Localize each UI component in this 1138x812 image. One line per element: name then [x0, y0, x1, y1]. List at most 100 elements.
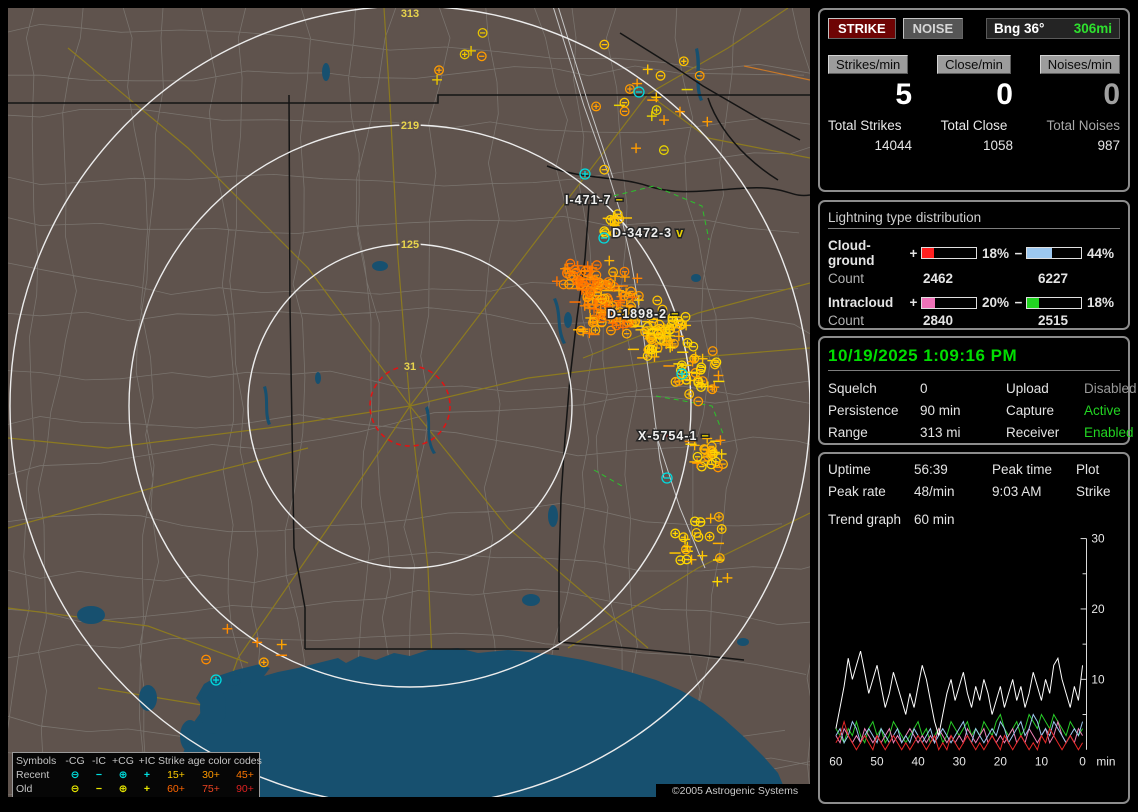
mode-button-row: STRIKE NOISE Bng 36° 306mi	[828, 18, 1120, 39]
plus-sign: +	[909, 245, 918, 261]
ic-negative-bar	[1026, 296, 1082, 309]
minus-sign: −	[1014, 295, 1023, 310]
svg-text:30: 30	[1091, 532, 1105, 546]
peak-time-label: Peak time	[992, 462, 1053, 477]
cloud-ground-row: Cloud-ground + 18% − 44%	[828, 238, 1120, 268]
svg-text:30: 30	[953, 755, 967, 769]
svg-text:20: 20	[1091, 602, 1105, 616]
bearing-display: Bng 36° 306mi	[986, 18, 1120, 39]
bearing-label: Bng 36°	[994, 21, 1045, 36]
trend-box: Uptime 56:39 Peak time Plot Peak rate 48…	[818, 452, 1130, 804]
legend-age-value: 15+	[167, 769, 185, 781]
total-strikes-value: 14044	[874, 137, 912, 153]
lightning-map[interactable]: 313 219 125 31 I-471-7− D-3472-3 v D-1898-2− X-5…	[8, 8, 810, 797]
total-close-value: 1058	[982, 137, 1013, 153]
persistence-label: Persistence	[828, 403, 899, 418]
plot-value: Strike	[1076, 484, 1111, 499]
strike-symbol-icon: ⊖	[70, 769, 80, 781]
legend-age-value: 45+	[236, 769, 254, 781]
strike-symbol-icon: ⊖	[70, 783, 80, 795]
legend-age-value: 30+	[202, 769, 220, 781]
trend-label-row: Trend graph 60 min	[828, 512, 1120, 527]
ic-positive-count: 2840	[923, 313, 954, 328]
capture-label: Capture	[1006, 403, 1055, 418]
status-box: 10/19/2025 1:09:16 PM Squelch 0 Upload D…	[818, 336, 1137, 445]
ic-negative-count: 2515	[1038, 313, 1069, 328]
noise-button[interactable]: NOISE	[902, 18, 964, 39]
ic-negative-pct: 18%	[1087, 295, 1115, 310]
ring-distance-label: 313	[401, 8, 419, 20]
strike-symbol-icon: ⊕	[118, 783, 128, 795]
persistence-value: 90 min	[920, 403, 961, 418]
copyright: ©2005 Astrogenic Systems	[656, 784, 810, 797]
ic-positive-pct: 20%	[982, 295, 1010, 310]
legend-age-value: 90+	[236, 783, 254, 795]
cg-positive-count: 2462	[923, 271, 954, 286]
alarm-ring-label: 31	[404, 361, 416, 373]
receiver-value: Enabled	[1084, 425, 1134, 440]
ring-distance-label: 125	[401, 239, 419, 251]
total-noises-label: Total Noises	[1046, 117, 1120, 133]
app-window: 313 219 125 31 I-471-7− D-3472-3 v D-1898-2− X-5…	[0, 0, 1138, 812]
strike-symbol-icon: −	[95, 769, 103, 781]
distribution-box: Lightning type distribution Cloud-ground…	[818, 200, 1130, 330]
upload-label: Upload	[1006, 381, 1049, 396]
svg-text:10: 10	[1035, 755, 1049, 769]
svg-text:min: min	[1096, 755, 1115, 769]
svg-text:0: 0	[1079, 755, 1086, 769]
bearing-distance: 306mi	[1073, 21, 1112, 36]
svg-text:10: 10	[1091, 672, 1105, 686]
uptime-grid: Uptime 56:39 Peak time Plot Peak rate 48…	[828, 462, 1120, 499]
legend-header: +IC	[138, 755, 156, 767]
svg-text:20: 20	[994, 755, 1008, 769]
storm-cell-label: I-471-7−	[565, 193, 624, 207]
uptime-label: Uptime	[828, 462, 871, 477]
strike-symbol-icon: ⊕	[118, 769, 128, 781]
svg-text:40: 40	[912, 755, 926, 769]
counters-box: STRIKE NOISE Bng 36° 306mi Strikes/min C…	[818, 8, 1130, 192]
cloud-ground-label: Cloud-ground	[828, 238, 875, 268]
cg-positive-pct: 18%	[982, 245, 1010, 261]
datetime-display: 10/19/2025 1:09:16 PM	[828, 346, 1120, 371]
status-grid: Squelch 0 Upload Disabled Persistence 90…	[828, 381, 1137, 440]
cg-negative-pct: 44%	[1087, 245, 1115, 261]
plus-sign: +	[909, 295, 918, 310]
strike-symbol-icon: +	[143, 769, 151, 781]
legend-header: +CG	[112, 755, 134, 767]
uptime-value: 56:39	[914, 462, 948, 477]
legend-header: -CG	[65, 755, 85, 767]
svg-text:60: 60	[829, 755, 843, 769]
close-per-min-header: Close/min	[937, 55, 1011, 74]
close-per-min-value: 0	[996, 78, 1013, 111]
capture-value: Active	[1084, 403, 1121, 418]
intracloud-label: Intracloud	[828, 295, 894, 310]
cg-negative-count: 6227	[1038, 271, 1069, 286]
noises-per-min-header: Noises/min	[1039, 55, 1120, 74]
cloud-ground-count-row: Count 2462 6227	[828, 271, 1120, 286]
total-close-label: Total Close	[940, 117, 1008, 133]
counters-grid: Strikes/min Close/min Noises/min 5 0 0 T…	[828, 55, 1120, 153]
legend-age-value: 75+	[202, 783, 220, 795]
plot-label: Plot	[1076, 462, 1100, 477]
total-noises-value: 987	[1097, 137, 1120, 153]
cg-negative-bar	[1026, 247, 1082, 259]
legend-age-title: Strike age color codes	[158, 755, 262, 767]
strike-symbol-icon: −	[95, 783, 103, 795]
distribution-title: Lightning type distribution	[828, 210, 1120, 229]
count-label: Count	[828, 271, 865, 286]
svg-text:50: 50	[870, 755, 884, 769]
legend-header: Symbols	[16, 755, 57, 767]
legend-row-label: Old	[16, 783, 33, 795]
intracloud-row: Intracloud + 20% − 18%	[828, 295, 1120, 310]
strikes-per-min-header: Strikes/min	[828, 55, 909, 74]
ring-distance-label: 219	[401, 120, 419, 132]
trend-graph: 10 20 30 60 50 40 30 20 10 0 min	[829, 532, 1115, 769]
strike-button[interactable]: STRIKE	[828, 18, 896, 39]
peak-time-value: 9:03 AM	[992, 484, 1042, 499]
intracloud-count-row: Count 2840 2515	[828, 313, 1120, 328]
legend-age-value: 60+	[167, 783, 185, 795]
range-label: Range	[828, 425, 868, 440]
squelch-label: Squelch	[828, 381, 877, 396]
trend-graph-label: Trend graph	[828, 512, 902, 527]
map-canvas: 31321912531I-471-7 −D-3472-3 vD-1898-2 −X-5…	[8, 8, 810, 797]
